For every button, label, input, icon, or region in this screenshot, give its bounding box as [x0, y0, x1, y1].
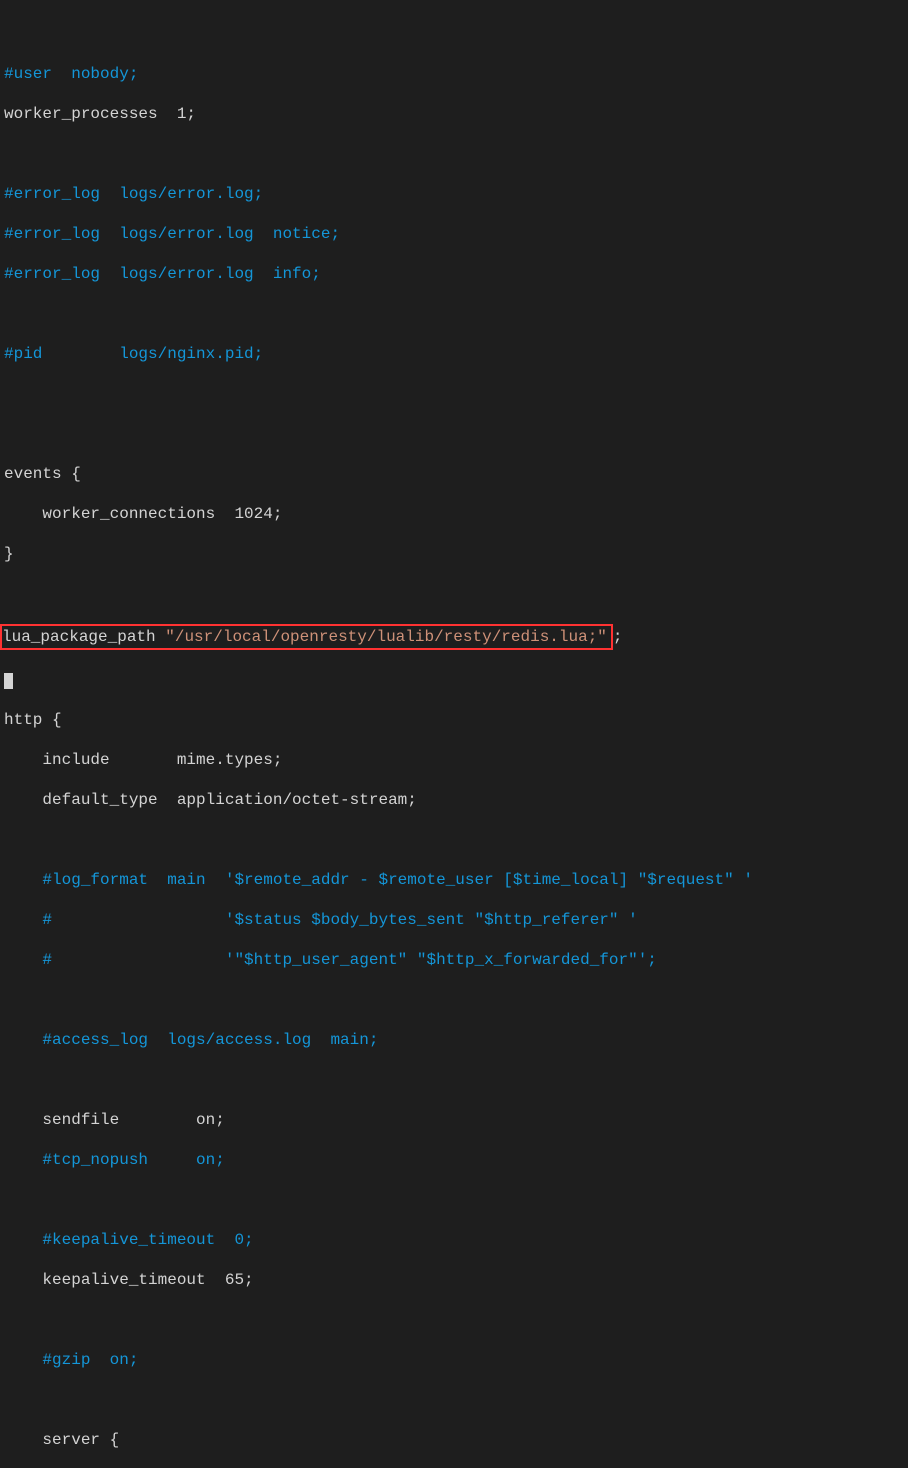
code-line: #pid logs/nginx.pid;: [4, 344, 908, 364]
cursor-icon: [4, 673, 13, 689]
code-line: sendfile on;: [4, 1110, 908, 1130]
code-line: [4, 990, 908, 1010]
code-line: [4, 1390, 908, 1410]
highlight-box: lua_package_path "/usr/local/openresty/l…: [0, 624, 613, 650]
code-line: #keepalive_timeout 0;: [4, 1230, 908, 1250]
code-line: [4, 424, 908, 444]
code-line: server {: [4, 1430, 908, 1450]
code-line: [4, 304, 908, 324]
code-line: # '"$http_user_agent" "$http_x_forwarded…: [4, 950, 908, 970]
code-line: http {: [4, 710, 908, 730]
code-line: }: [4, 544, 908, 564]
code-line: worker_connections 1024;: [4, 504, 908, 524]
code-line: [4, 384, 908, 404]
code-editor: { "code": { "l1": {"c":"comment","t":"#u…: [0, 20, 908, 1468]
code-line: #tcp_nopush on;: [4, 1150, 908, 1170]
code-line: # '$status $body_bytes_sent "$http_refer…: [4, 910, 908, 930]
code-line: #access_log logs/access.log main;: [4, 1030, 908, 1050]
code-line: [4, 1070, 908, 1090]
code-line: include mime.types;: [4, 750, 908, 770]
directive-suffix: ;: [613, 628, 623, 646]
code-line: events {: [4, 464, 908, 484]
code-line: [4, 584, 908, 604]
code-line: worker_processes 1;: [4, 104, 908, 124]
code-line: keepalive_timeout 65;: [4, 1270, 908, 1290]
code-line: #log_format main '$remote_addr - $remote…: [4, 870, 908, 890]
code-line: [4, 1190, 908, 1210]
code-line: default_type application/octet-stream;: [4, 790, 908, 810]
code-line: #error_log logs/error.log notice;: [4, 224, 908, 244]
code-line: #error_log logs/error.log;: [4, 184, 908, 204]
code-line: [4, 670, 908, 690]
code-line: [4, 830, 908, 850]
code-line: [4, 144, 908, 164]
directive-string: "/usr/local/openresty/lualib/resty/redis…: [165, 628, 607, 646]
code-line: #gzip on;: [4, 1350, 908, 1370]
code-line: #error_log logs/error.log info;: [4, 264, 908, 284]
highlighted-line: lua_package_path "/usr/local/openresty/l…: [4, 624, 908, 650]
directive-name: lua_package_path: [2, 628, 165, 646]
code-line: #user nobody;: [4, 64, 908, 84]
code-line: [4, 1310, 908, 1330]
